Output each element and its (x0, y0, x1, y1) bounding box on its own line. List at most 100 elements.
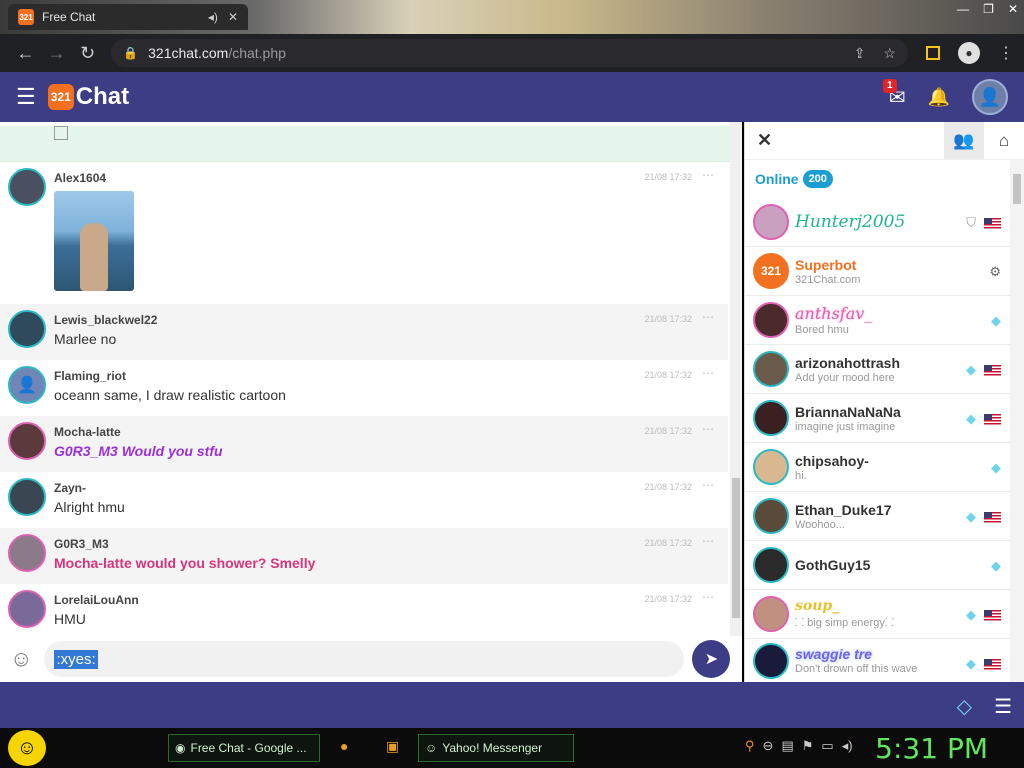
chat-message: Lewis_blackwel22 Marlee no 21/08 17:32 ⋯ (0, 304, 728, 360)
users-scrollbar[interactable] (1010, 160, 1024, 682)
message-options-icon[interactable]: ⋯ (702, 310, 714, 324)
address-bar[interactable]: 🔒 321chat.com/chat.php ⇪ ☆ (111, 39, 908, 67)
share-icon[interactable]: ⇪ (854, 45, 866, 62)
diamond-icon: ◆ (966, 411, 976, 426)
message-photo[interactable] (54, 191, 134, 291)
menu-icon[interactable]: ☰ (16, 84, 36, 110)
url-path: /chat.php (228, 45, 286, 61)
message-username[interactable]: G0R3_M3 (54, 537, 315, 551)
chat-message: Alex1604 21/08 17:32 ⋯ (0, 162, 728, 304)
user-status: Don't drown off this wave (795, 663, 918, 675)
avatar (753, 351, 789, 387)
network-icon[interactable]: ▭ (821, 738, 833, 754)
avatar[interactable] (8, 310, 46, 348)
us-flag-icon (984, 609, 1001, 621)
tab-audio-icon[interactable]: ◂) (208, 10, 218, 24)
forward-icon[interactable]: → (41, 43, 72, 64)
avatar[interactable] (8, 590, 46, 628)
volume-icon[interactable]: ◂) (842, 738, 853, 754)
default-avatar-icon[interactable]: 👤 (8, 366, 46, 404)
message-options-icon[interactable]: ⋯ (702, 534, 714, 548)
users-panel: ✕ 👥 ⌂ Online 200 Hunterj2005 ⛉ 321 Super… (744, 122, 1024, 683)
bell-icon[interactable]: 🔔 (928, 87, 950, 108)
diamond-icon: ◆ (966, 656, 976, 671)
message-input-value: :xyes: (54, 649, 98, 669)
user-name: BriannaNaNaNa (795, 403, 901, 420)
browser-titlebar: 321 Free Chat ◂) ✕ — ❐ ✕ (0, 0, 1024, 34)
site-favicon-icon: 321 (18, 9, 34, 25)
user-status: 321Chat.com (795, 273, 861, 286)
minimize-icon[interactable]: — (957, 2, 969, 16)
avatar[interactable] (8, 478, 46, 516)
user-list-item[interactable]: swaggie tre Don't drown off this wave ◆ (745, 639, 1011, 683)
message-options-icon[interactable]: ⋯ (702, 168, 714, 182)
reload-icon[interactable]: ↻ (72, 43, 103, 64)
user-list-item[interactable]: chipsahoy- hi. ◆ (745, 443, 1011, 492)
send-button[interactable]: ➤ (692, 640, 731, 678)
taskbar-clock[interactable]: 5:31 PM (875, 732, 988, 765)
user-list-item[interactable]: 321 Superbot 321Chat.com ⚙ (745, 247, 1011, 296)
user-list-item[interactable]: GothGuy15 ◆ (745, 541, 1011, 590)
message-options-icon[interactable]: ⋯ (702, 590, 714, 604)
user-avatar[interactable]: 👤 (972, 79, 1008, 115)
emoji-icon[interactable]: ☺ (10, 646, 32, 672)
tab-close-icon[interactable]: ✕ (228, 10, 238, 24)
user-status: Bored hmu (795, 324, 849, 336)
profile-icon[interactable]: ● (957, 42, 980, 64)
restore-icon[interactable]: ❐ (983, 2, 994, 16)
diamond-icon[interactable]: ◇ (957, 694, 972, 719)
message-username[interactable]: Zayn- (54, 481, 125, 495)
clipboard-icon[interactable]: ▤ (781, 738, 793, 754)
user-name: Superbot (795, 256, 857, 273)
bookmark-star-icon[interactable]: ☆ (883, 45, 896, 62)
start-button[interactable]: ☺ (8, 730, 46, 766)
chat-scrollbar[interactable] (730, 122, 742, 636)
mail-button[interactable]: 1 ✉ (882, 78, 906, 110)
close-icon[interactable]: ✕ (757, 130, 772, 151)
folder-icon[interactable]: ▣ (386, 738, 399, 755)
site-logo[interactable]: 321 Chat (47, 83, 129, 111)
diamond-icon: ◆ (991, 313, 1001, 328)
browser-tab[interactable]: 321 Free Chat ◂) ✕ (8, 4, 248, 30)
user-list-item[interactable]: arizonahottrash Add your mood here ◆ (745, 345, 1011, 394)
taskbar-item-chrome[interactable]: ◉ Free Chat - Google ... (168, 734, 320, 762)
shield-icon: ⛉ (966, 215, 976, 230)
message-username[interactable]: Flaming_riot (54, 369, 286, 383)
message-options-icon[interactable]: ⋯ (702, 366, 714, 380)
message-options-icon[interactable]: ⋯ (702, 422, 714, 436)
home-icon[interactable]: ⌂ (984, 122, 1024, 159)
avatar[interactable] (8, 422, 46, 460)
message-username[interactable]: Mocha-latte (54, 425, 223, 439)
user-list-item[interactable]: Hunterj2005 ⛉ (745, 198, 1011, 247)
message-time: 21/08 17:32 (644, 370, 692, 380)
avatar (753, 547, 789, 583)
message-time: 21/08 17:32 (644, 594, 692, 604)
search-icon[interactable]: ⚲ (745, 738, 755, 754)
window-controls: — ❐ ✕ (957, 2, 1018, 16)
message-options-icon[interactable]: ⋯ (702, 478, 714, 492)
chat-message: G0R3_M3 Mocha-latte would you shower? Sm… (0, 528, 728, 584)
user-list-item[interactable]: anthsfav_ Bored hmu ◆ (745, 296, 1011, 345)
taskbar-item-yahoo[interactable]: ☺ Yahoo! Messenger (418, 734, 574, 762)
minus-icon[interactable]: ⊖ (763, 738, 774, 754)
message-input[interactable]: :xyes: (44, 641, 685, 677)
avatar[interactable] (8, 534, 46, 572)
avatar[interactable] (8, 168, 46, 206)
back-icon[interactable]: ← (10, 43, 41, 64)
url-host: 321chat.com (148, 45, 229, 61)
user-list-item[interactable]: soup_ ⸬ big simp energy⸬ ◆ (745, 590, 1011, 639)
user-list-item[interactable]: Ethan_Duke17 Woohoo... ◆ (745, 492, 1011, 541)
message-username[interactable]: Lewis_blackwel22 (54, 313, 157, 327)
user-list-item[interactable]: BriannaNaNaNa imagine just imagine ◆ (745, 394, 1011, 443)
message-username[interactable]: LorelaiLouAnn (54, 593, 139, 607)
firefox-icon[interactable]: ● (340, 738, 348, 754)
menu-icon[interactable]: ☰ (994, 694, 1012, 719)
window-close-icon[interactable]: ✕ (1008, 2, 1018, 16)
flag-icon[interactable]: ⚑ (802, 738, 814, 754)
diamond-icon: ◆ (991, 558, 1001, 573)
browser-menu-icon[interactable]: ⋮ (998, 43, 1014, 63)
message-username[interactable]: Alex1604 (54, 171, 134, 185)
users-tab-icon[interactable]: 👥 (944, 122, 984, 159)
message-time: 21/08 17:32 (644, 538, 692, 548)
extension-icon[interactable] (925, 46, 940, 60)
